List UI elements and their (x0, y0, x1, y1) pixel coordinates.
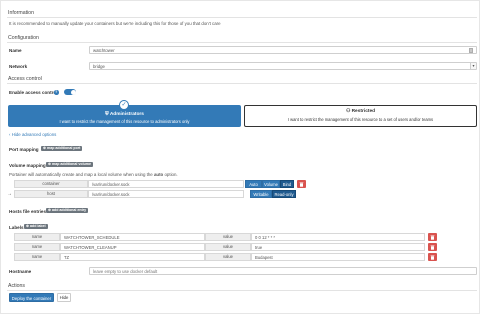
name-label: Name (9, 48, 22, 53)
label-value-input[interactable]: Budapest (251, 253, 425, 261)
divider (7, 290, 477, 291)
label-name-key: name (14, 233, 60, 241)
label-value-key: value (205, 233, 251, 241)
volume-mapping-label: Volume mapping (9, 163, 46, 168)
restricted-description: I want to restrict the management of thi… (287, 117, 434, 122)
information-text: It is recommended to manually update you… (9, 21, 221, 26)
network-select[interactable]: bridge ▾ (89, 62, 477, 70)
restricted-title: Restricted (351, 109, 376, 114)
enable-access-control-label: Enable access control (9, 90, 58, 95)
map-additional-volume-button[interactable]: ⊕ map additional volume (46, 162, 93, 167)
administrators-title: Administrators (109, 112, 144, 117)
add-additional-entry-button[interactable]: ⊕ add additional entry (46, 208, 89, 213)
add-label-button[interactable]: ⊕ add label (24, 224, 48, 229)
hide-button[interactable]: Hide (57, 293, 71, 302)
arrow-right-icon: → (7, 191, 12, 197)
volume-note-suffix: option. (163, 172, 178, 177)
volume-bind-button[interactable]: Bind (280, 180, 294, 188)
hide-advanced-options-link[interactable]: ‹ Hide advanced options (9, 132, 56, 137)
chevron-down-icon[interactable]: ▾ (470, 63, 476, 69)
label-value-input[interactable]: true (251, 243, 425, 251)
divider (7, 17, 477, 18)
hostname-input[interactable] (89, 267, 477, 275)
divider (7, 83, 477, 84)
hostname-label: Hostname (9, 269, 32, 274)
label-name-input[interactable]: TZ (60, 253, 205, 261)
name-input-value: watchtower (93, 48, 115, 54)
hide-advanced-options-label: Hide advanced options (11, 132, 57, 137)
volume-container-key: container (14, 180, 88, 188)
remove-label-button[interactable] (428, 253, 437, 261)
volume-volume-button[interactable]: Volume (262, 180, 280, 188)
name-input[interactable]: watchtower (89, 46, 477, 54)
port-mapping-label: Port mapping (9, 147, 39, 152)
remove-volume-button[interactable] (297, 180, 306, 188)
section-title-actions: Actions (8, 283, 26, 289)
deploy-container-form: Information It is recommended to manuall… (0, 0, 480, 314)
volume-read-only-button[interactable]: Read-only (272, 190, 296, 198)
plus-icon: ⊕ (26, 224, 30, 228)
label-name-key: name (14, 243, 60, 251)
volume-container-path-input[interactable]: /var/run/docker.sock (88, 180, 244, 188)
users-icon: ⚇ (345, 109, 351, 114)
plus-icon: ⊕ (43, 146, 47, 150)
divider (7, 42, 477, 43)
map-additional-volume-label: map additional volume (52, 162, 91, 166)
volume-auto-button[interactable]: Auto (245, 180, 262, 188)
deploy-container-button[interactable]: Deploy the container (9, 293, 54, 302)
access-control-toggle[interactable] (64, 89, 76, 95)
label-name-input[interactable]: WATCHTOWER_CLEANUP (60, 243, 205, 251)
label-value-input[interactable]: 0 0 12 * * * (251, 233, 425, 241)
add-label-label: add label (30, 224, 46, 228)
volume-host-path-input[interactable]: /var/run/docker.sock (88, 190, 244, 198)
hosts-file-entries-label: Hosts file entries (9, 209, 47, 214)
volume-note-prefix: Portainer will automatically create and … (9, 172, 154, 177)
labels-label: Labels (9, 225, 24, 230)
administrators-description: I want to restrict the management of thi… (59, 119, 190, 124)
volume-host-key: host (14, 190, 88, 198)
volume-note: Portainer will automatically create and … (9, 172, 178, 177)
network-select-value: bridge (93, 64, 105, 70)
network-label: Network (9, 64, 28, 69)
label-value-key: value (205, 253, 251, 261)
volume-writable-button[interactable]: Writable (250, 190, 272, 198)
label-name-key: name (14, 253, 60, 261)
restricted-option[interactable]: ⚇ Restricted I want to restrict the mana… (244, 105, 477, 127)
chevron-left-icon: ‹ (9, 132, 11, 137)
help-icon: ? (54, 90, 59, 95)
team-icon: ⛨ (105, 112, 109, 117)
plus-icon: ⊕ (48, 208, 52, 212)
section-title-access-control: Access control (8, 76, 42, 82)
section-title-configuration: Configuration (8, 35, 39, 41)
remove-label-button[interactable] (428, 233, 437, 241)
clear-icon[interactable] (469, 48, 473, 53)
map-additional-port-label: map additional port (47, 146, 81, 150)
label-name-input[interactable]: WATCHTOWER_SCHEDULE (60, 233, 205, 241)
label-value-key: value (205, 243, 251, 251)
remove-label-button[interactable] (428, 243, 437, 251)
plus-icon: ⊕ (48, 162, 52, 166)
add-additional-entry-label: add additional entry (52, 208, 87, 212)
check-icon: ✓ (119, 100, 129, 110)
volume-note-keyword: auto (153, 172, 164, 177)
section-title-information: Information (8, 10, 34, 16)
map-additional-port-button[interactable]: ⊕ map additional port (41, 146, 83, 151)
